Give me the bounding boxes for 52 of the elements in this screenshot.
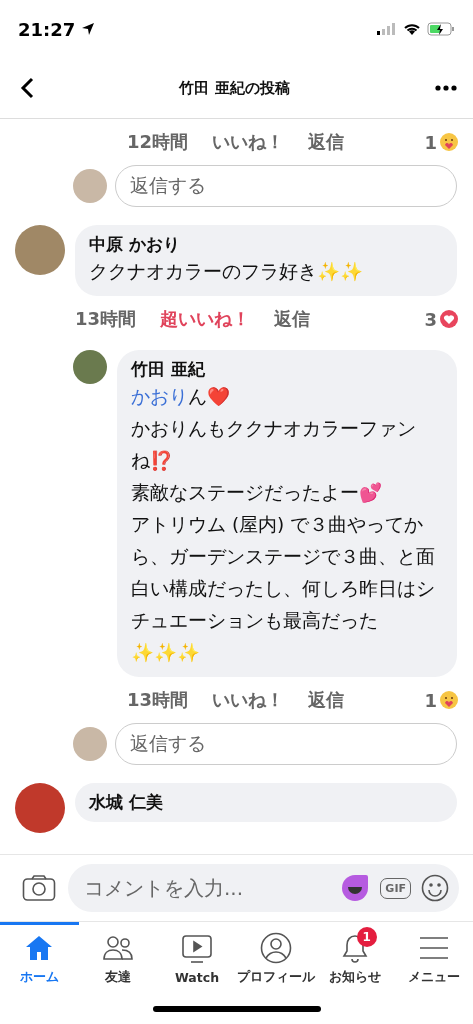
comment-text: かおりんもククナオカラーファンね⁉ bbox=[131, 417, 417, 473]
hugging-face-icon bbox=[439, 132, 459, 152]
reaction-count: 1 bbox=[424, 689, 437, 711]
comment-text: アトリウム (屋内) で３曲やってから、ガーデンステージで３曲、と面白い構成だったし、何しろ昨日はシチュエーションも最高だった✨✨✨ bbox=[131, 513, 436, 665]
nav-tab[interactable]: ホーム bbox=[0, 922, 79, 994]
nav-tab[interactable]: プロフィール bbox=[236, 922, 316, 994]
profile-icon bbox=[259, 932, 292, 964]
signal-icon bbox=[377, 23, 397, 35]
header-title: 竹田 亜紀の投稿 bbox=[179, 78, 290, 98]
like-link[interactable]: 超いいね！ bbox=[160, 307, 251, 331]
comment-input-field[interactable]: コメントを入力... GIF bbox=[68, 864, 459, 912]
nav-tab[interactable]: メニュー bbox=[394, 922, 473, 994]
status-time: 21:27 bbox=[18, 18, 76, 40]
video-play-icon bbox=[181, 934, 214, 964]
battery-charging-icon bbox=[427, 22, 455, 36]
comment-author[interactable]: 竹田 亜紀 bbox=[131, 358, 443, 381]
location-arrow-icon bbox=[81, 22, 96, 36]
reply-link[interactable]: 返信 bbox=[308, 130, 345, 154]
comment-author[interactable]: 水城 仁美 bbox=[89, 791, 443, 814]
comment-time: 13時間 bbox=[75, 307, 137, 331]
comment-author[interactable]: 中原 かおり bbox=[89, 233, 443, 256]
more-icon[interactable] bbox=[435, 85, 457, 91]
avatar bbox=[73, 169, 107, 203]
bell-icon bbox=[340, 933, 369, 963]
reaction-count: 1 bbox=[424, 131, 437, 153]
avatar bbox=[73, 727, 107, 761]
avatar bbox=[15, 225, 65, 275]
comment-time: 12時間 bbox=[127, 130, 189, 154]
menu-icon bbox=[418, 936, 449, 960]
comment-text: ククナオカラーのフラ好き✨✨ bbox=[89, 260, 364, 284]
comment-time: 13時間 bbox=[127, 688, 189, 712]
reply-link[interactable]: 返信 bbox=[308, 688, 345, 712]
avatar bbox=[15, 783, 65, 833]
reply-link[interactable]: 返信 bbox=[274, 307, 311, 331]
like-link[interactable]: いいね！ bbox=[212, 688, 285, 712]
wifi-icon bbox=[403, 22, 421, 36]
notification-badge: 1 bbox=[356, 927, 377, 947]
people-icon bbox=[102, 935, 135, 961]
comment-text: かおり ん❤ bbox=[131, 385, 231, 409]
reaction-count: 3 bbox=[424, 308, 437, 330]
gif-button[interactable]: GIF bbox=[380, 877, 411, 899]
sticker-icon[interactable] bbox=[340, 873, 371, 903]
nav-tab[interactable]: 友達 bbox=[78, 922, 158, 994]
nav-tab[interactable]: 1 お知らせ bbox=[315, 922, 395, 994]
like-link[interactable]: いいね！ bbox=[212, 130, 285, 154]
hugging-face-icon bbox=[439, 690, 459, 710]
camera-icon[interactable] bbox=[22, 874, 56, 902]
smiley-icon[interactable] bbox=[421, 874, 449, 902]
comment-text: 素敵なステージだったよー💕 bbox=[131, 481, 383, 505]
back-icon[interactable] bbox=[20, 77, 34, 99]
nav-tab[interactable]: Watch bbox=[157, 922, 237, 994]
avatar bbox=[73, 350, 107, 384]
